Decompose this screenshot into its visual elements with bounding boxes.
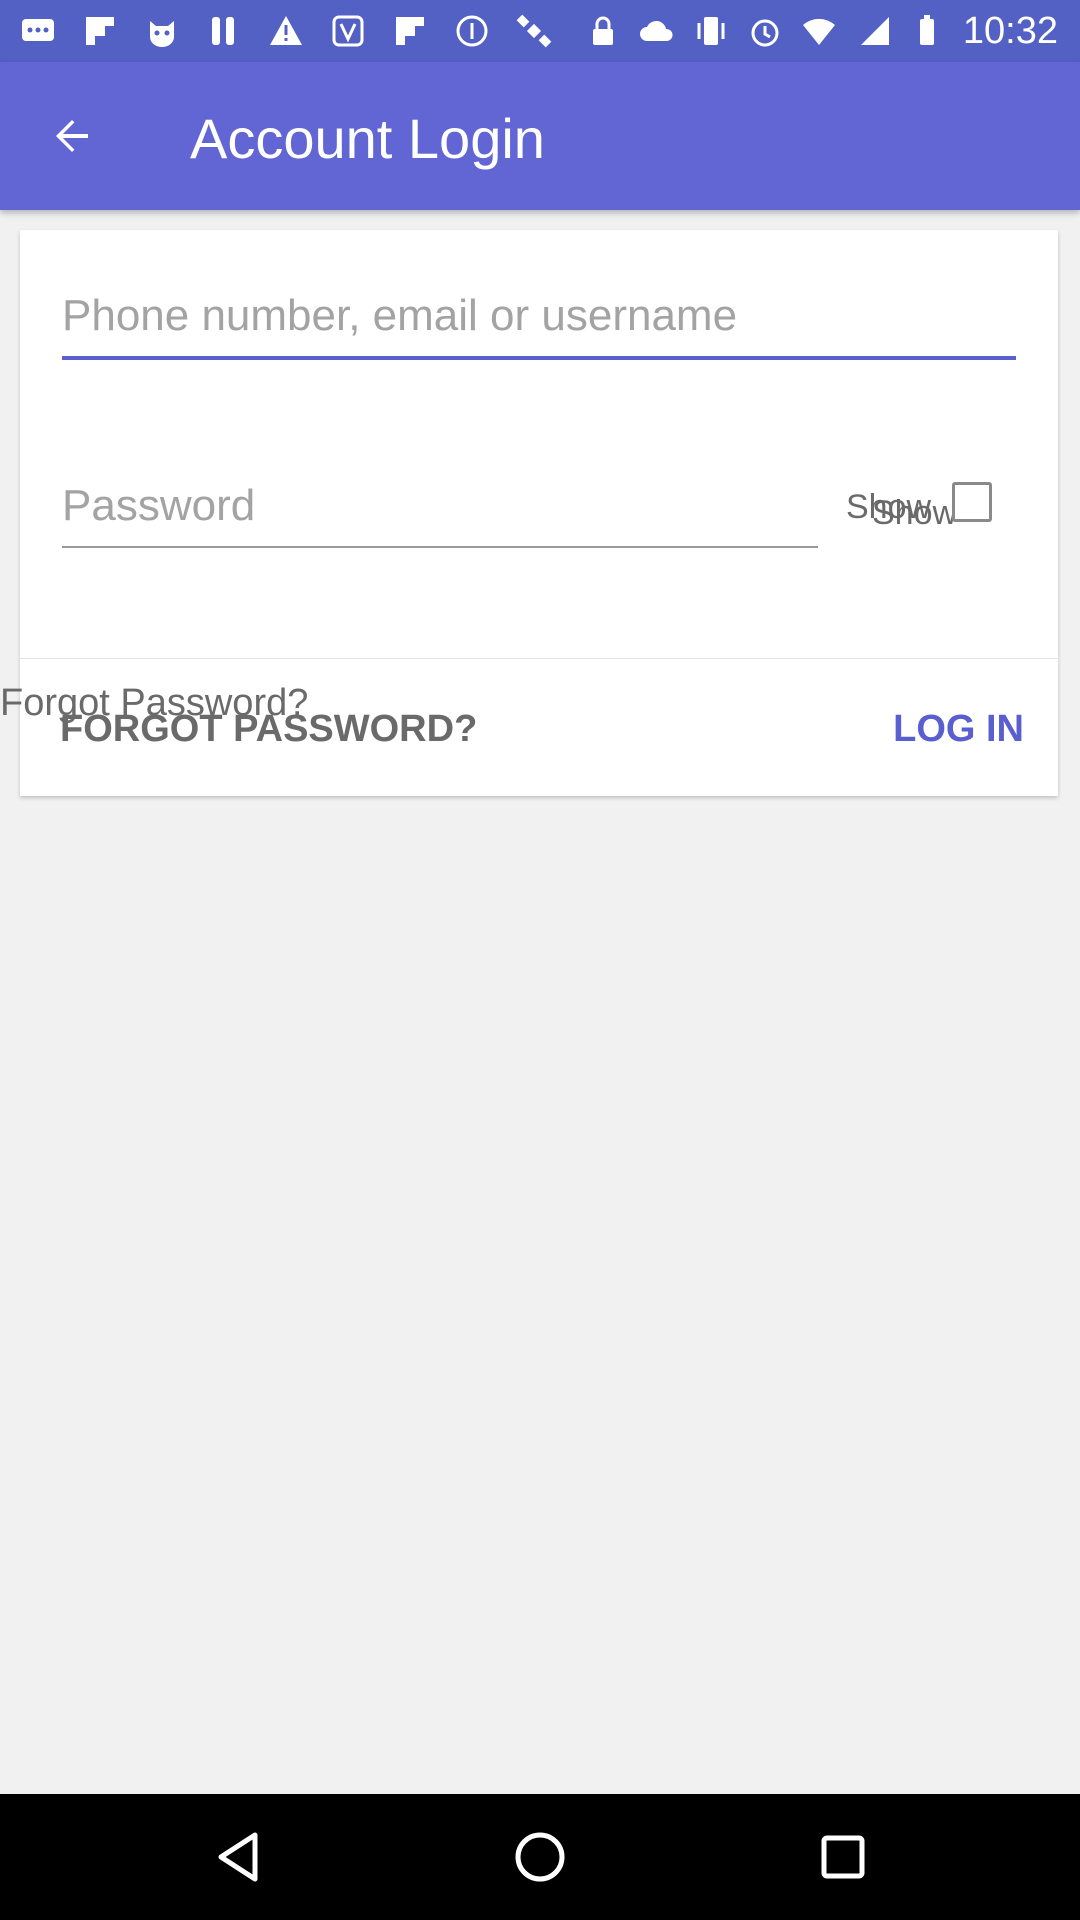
username-input[interactable] xyxy=(62,276,1016,360)
wifi-icon xyxy=(802,18,835,45)
nav-home-button[interactable] xyxy=(507,1824,573,1890)
cloud-icon xyxy=(639,20,673,41)
arrow-left-icon xyxy=(56,120,88,152)
back-triangle-icon xyxy=(218,1832,258,1882)
page-title: Account Login xyxy=(190,107,545,170)
tools-icon xyxy=(212,17,234,45)
satellite-icon xyxy=(516,14,552,48)
circle-info-icon xyxy=(456,15,488,47)
status-bar: 10:32 xyxy=(0,0,1080,62)
cat-app-icon xyxy=(150,21,174,47)
card-divider xyxy=(20,658,1058,659)
vibrate-icon xyxy=(697,17,725,45)
notification-icons xyxy=(20,10,552,52)
signal-icon xyxy=(860,17,889,45)
show-password-label-duplicate: Show xyxy=(872,494,958,532)
forgot-password-button[interactable]: FORGOT PASSWORD? xyxy=(60,708,477,751)
show-password-checkbox[interactable] xyxy=(952,482,992,522)
recents-square-icon xyxy=(821,1835,865,1879)
flipboard-icon xyxy=(86,17,114,45)
system-icons: 10:32 xyxy=(585,8,1058,54)
nav-recents-button[interactable] xyxy=(810,1824,876,1890)
lock-icon xyxy=(592,16,613,45)
alarm-icon xyxy=(751,19,779,47)
clock-time: 10:32 xyxy=(962,9,1058,52)
app-bar: Account Login xyxy=(0,62,1080,210)
home-circle-icon xyxy=(515,1832,565,1882)
password-input[interactable] xyxy=(62,466,818,548)
nav-back-button[interactable] xyxy=(206,1824,272,1890)
login-card: Show Show Forgot Password? FORGOT PASSWO… xyxy=(0,230,1058,796)
back-button[interactable] xyxy=(36,104,108,168)
battery-icon xyxy=(919,15,934,45)
vine-app-icon xyxy=(332,15,364,47)
warning-icon xyxy=(270,16,302,45)
log-in-button[interactable]: LOG IN xyxy=(893,708,1024,751)
flipboard-icon xyxy=(396,17,424,45)
chat-dots-icon xyxy=(22,19,54,41)
system-nav-bar xyxy=(0,1794,1080,1920)
